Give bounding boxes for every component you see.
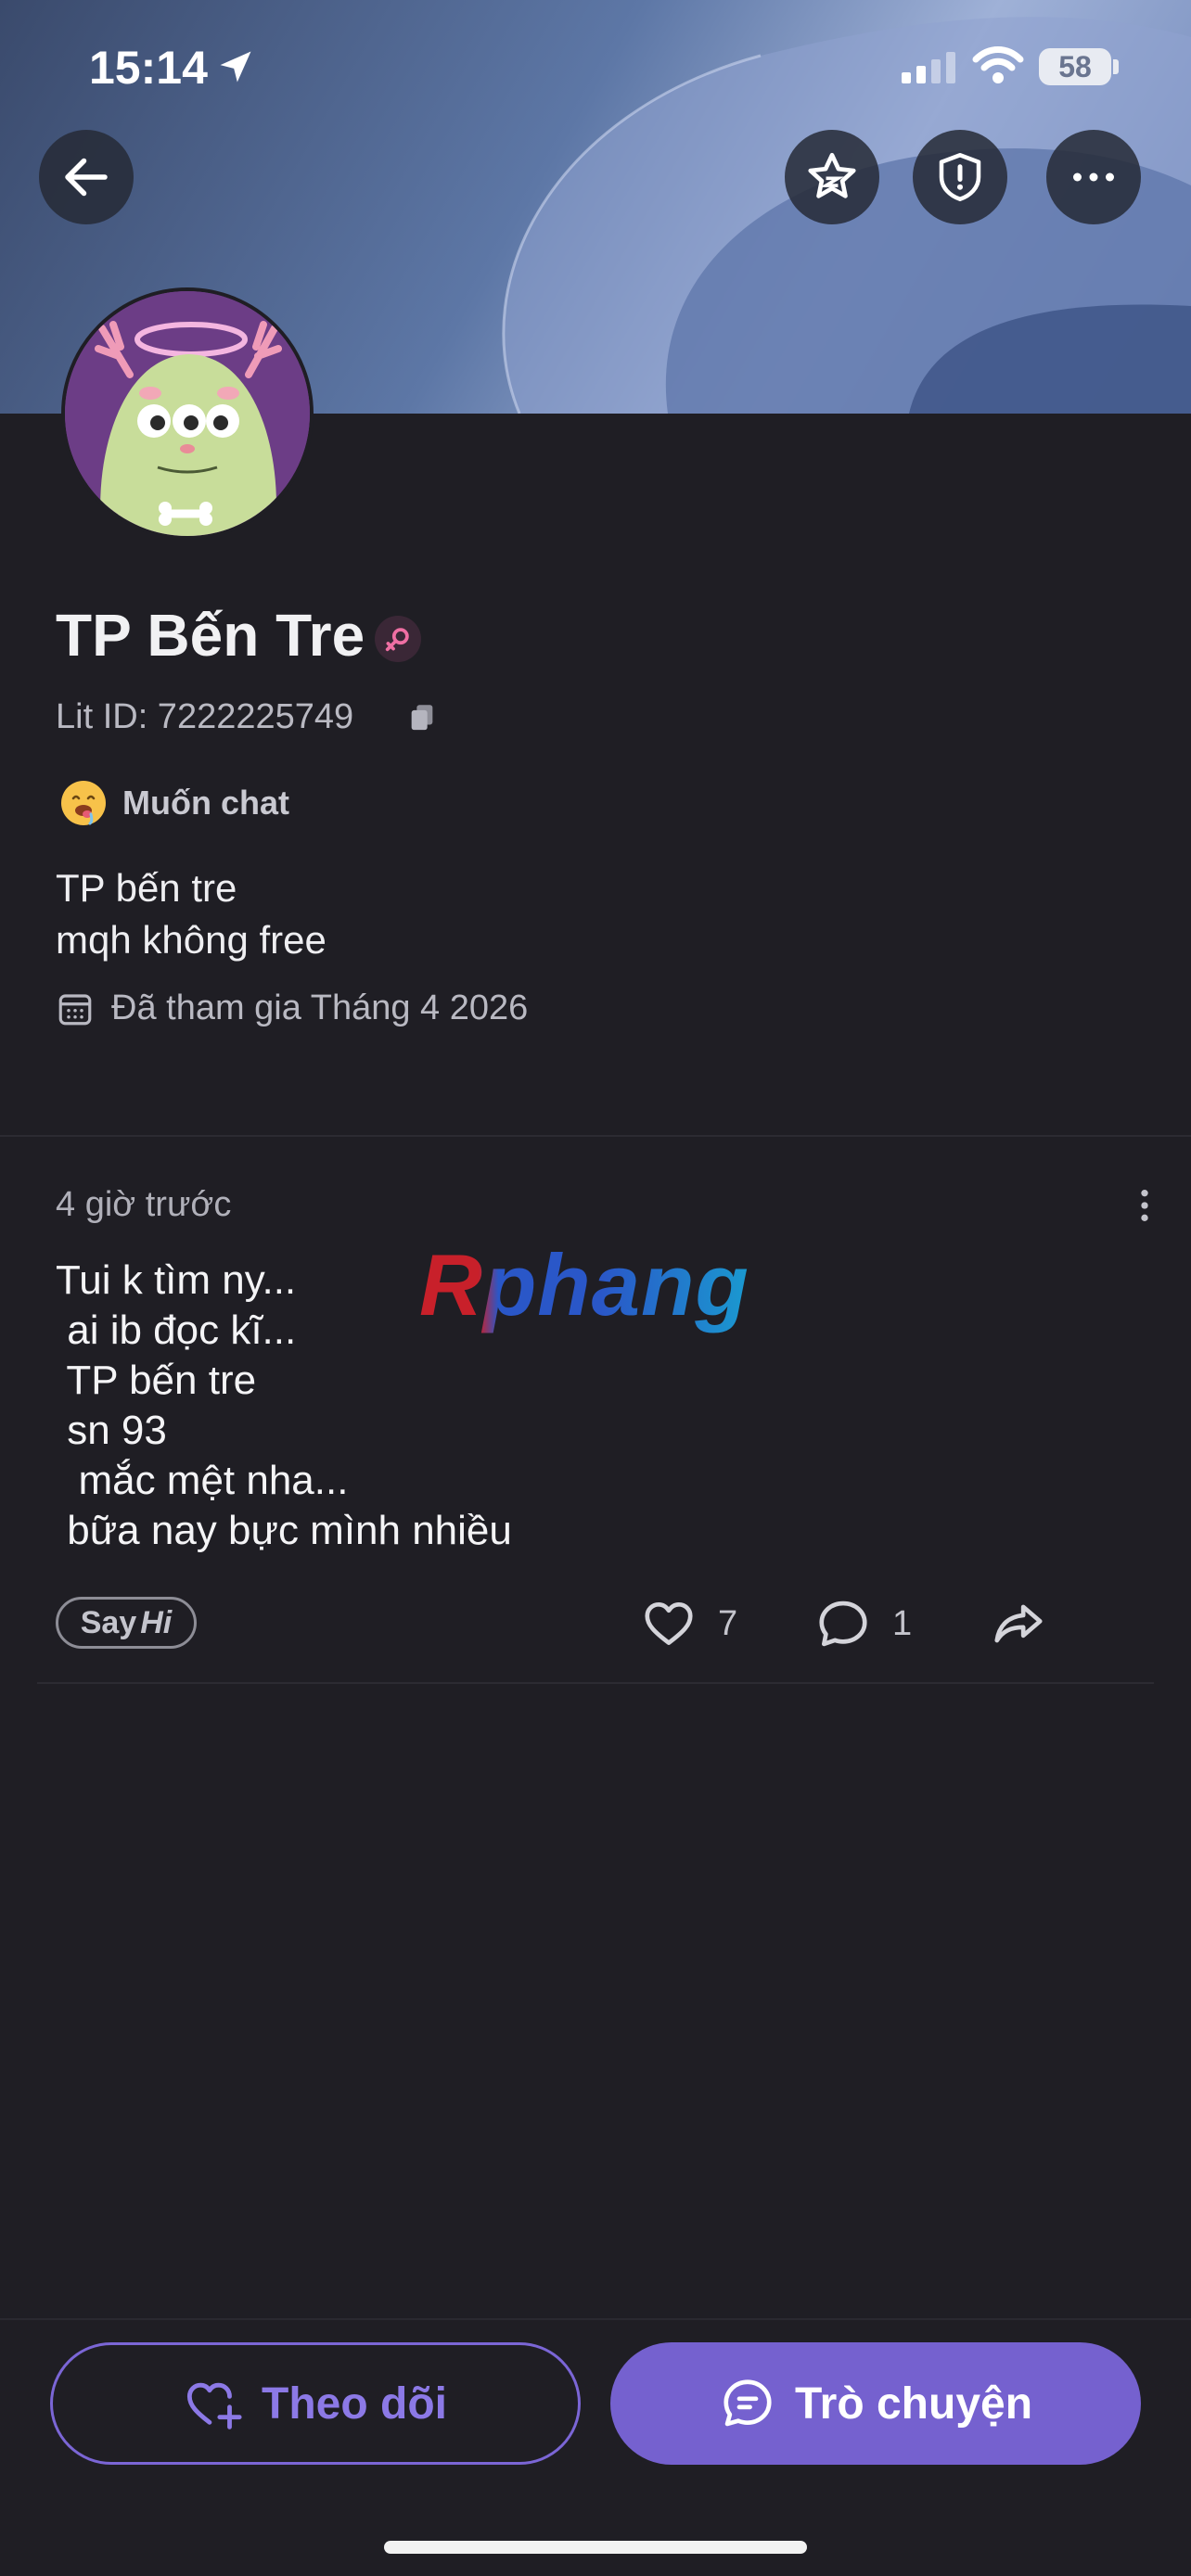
battery-indicator: 58: [1039, 48, 1111, 85]
battery-nub: [1113, 59, 1119, 74]
status-time: 15:14: [89, 42, 208, 94]
location-arrow-icon: [215, 46, 256, 92]
copy-id-button[interactable]: [406, 701, 438, 737]
avatar[interactable]: [61, 287, 314, 540]
post-timestamp: 4 giờ trước: [56, 1185, 232, 1224]
follow-button[interactable]: Theo dõi: [50, 2342, 581, 2465]
post-divider: [37, 1682, 1154, 1684]
comment-bubble-icon: [819, 1600, 867, 1647]
share-button[interactable]: [989, 1595, 1048, 1652]
status-bar: 15:14 58: [0, 0, 1191, 139]
report-button[interactable]: [913, 130, 1007, 224]
female-symbol-icon: [385, 628, 409, 652]
drooling-face-icon: [61, 781, 106, 825]
joined-date: Đã tham gia Tháng 4 2026: [56, 988, 528, 1028]
watermark-logo: Rphang: [419, 1236, 749, 1333]
monster-avatar-icon: [65, 291, 310, 536]
mood-status: Muốn chat: [59, 779, 289, 827]
heart-icon: [645, 1602, 693, 1645]
joined-label: Đã tham gia Tháng 4 2026: [111, 988, 529, 1027]
star-icon: [808, 152, 856, 198]
heart-plus-icon: [186, 2382, 242, 2429]
section-divider: [0, 1135, 1191, 1137]
more-vertical-icon: [1141, 1190, 1148, 1221]
follow-label: Theo dõi: [262, 2378, 447, 2429]
like-count: 7: [718, 1603, 738, 1643]
gender-badge: [375, 616, 421, 662]
arrow-left-icon: [65, 158, 108, 197]
back-button[interactable]: [39, 130, 134, 224]
copy-icon: [411, 705, 433, 731]
profile-name: TP Bến Tre: [56, 602, 365, 669]
more-options-button[interactable]: [1046, 130, 1141, 224]
cellular-signal-icon: [902, 52, 959, 88]
shield-alert-icon: [939, 153, 981, 201]
chat-label: Trò chuyện: [794, 2378, 1033, 2429]
comment-button[interactable]: 1: [814, 1595, 912, 1652]
comment-count: 1: [892, 1603, 913, 1643]
say-label: Say: [80, 1604, 137, 1640]
favorite-button[interactable]: [785, 130, 879, 224]
hi-label: Hi: [140, 1604, 173, 1640]
mood-label: Muốn chat: [122, 784, 289, 822]
calendar-icon: [58, 993, 92, 1025]
more-horizontal-icon: [1073, 172, 1114, 182]
wifi-icon: [972, 46, 1024, 90]
profile-bio: TP bến tre mqh không free: [56, 862, 327, 966]
chat-button[interactable]: Trò chuyện: [610, 2342, 1141, 2465]
bio-line: mqh không free: [56, 918, 327, 962]
home-indicator[interactable]: [384, 2541, 807, 2554]
share-arrow-icon: [994, 1604, 1043, 1643]
lit-id: Lit ID: 7222225749: [56, 697, 354, 736]
post-menu-button[interactable]: [1133, 1187, 1156, 1229]
chat-bubble-icon: [724, 2379, 772, 2427]
like-button[interactable]: 7: [640, 1595, 737, 1652]
say-hi-button[interactable]: Say Hi: [56, 1597, 197, 1649]
bio-line: TP bến tre: [56, 866, 237, 910]
